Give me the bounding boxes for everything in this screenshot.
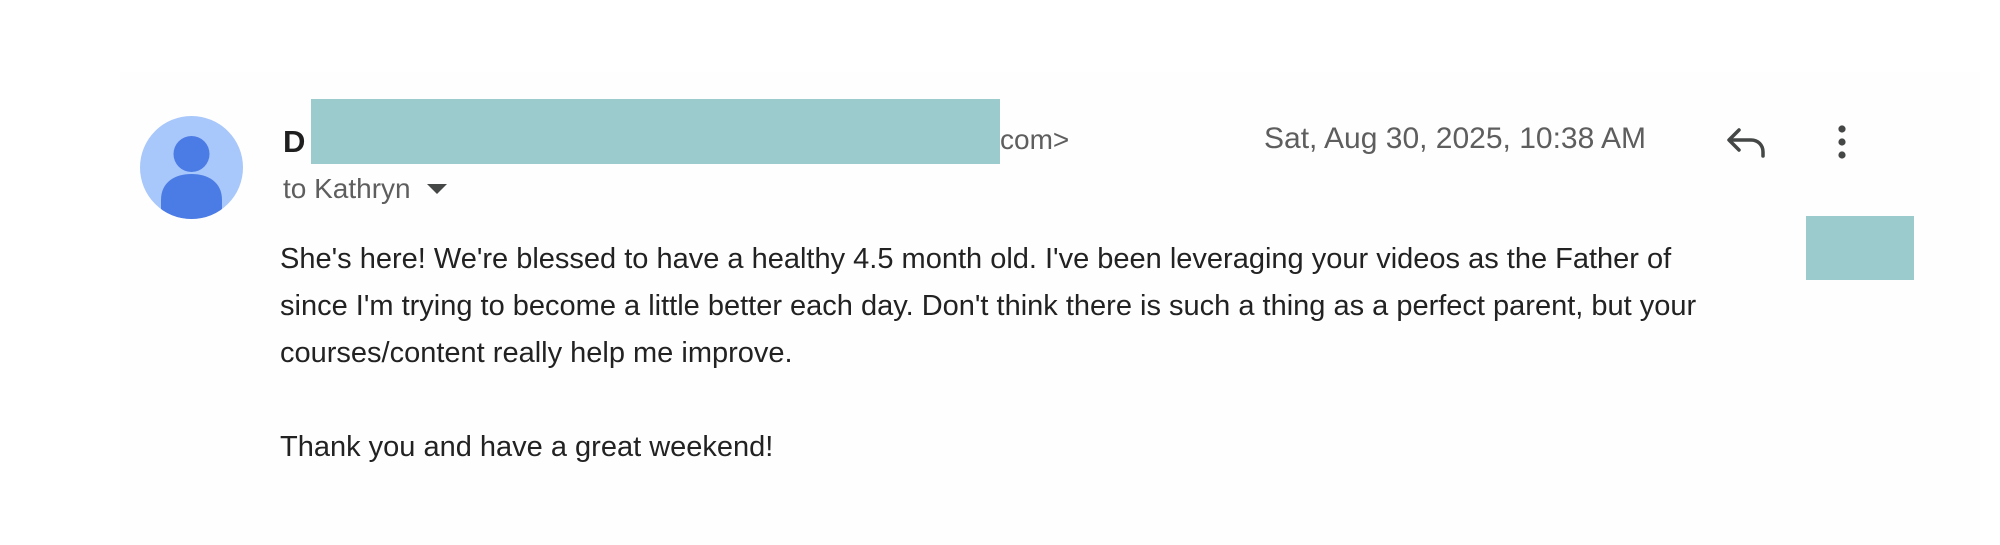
email-timestamp: Sat, Aug 30, 2025, 10:38 AM (1264, 122, 1646, 155)
redacted-body-block (1806, 216, 1914, 280)
recipient-details-toggle[interactable]: to Kathryn (283, 173, 447, 205)
redacted-sender-block (311, 99, 1000, 164)
recipient-label: to Kathryn (283, 173, 411, 204)
more-options-button[interactable] (1820, 118, 1864, 166)
person-avatar-icon (161, 136, 222, 219)
reply-icon (1727, 128, 1765, 158)
sender-name: D (283, 124, 306, 159)
sender-line: D (283, 120, 305, 164)
reply-button[interactable] (1718, 118, 1774, 166)
body-line: since I'm trying to become a little bett… (280, 290, 1697, 322)
body-closing: Thank you and have a great weekend! (280, 431, 774, 463)
caret-down-icon (426, 184, 447, 194)
sender-avatar[interactable] (140, 116, 243, 219)
body-line: She's here! We're blessed to have a heal… (280, 243, 1672, 275)
sender-email-suffix: com> (1000, 124, 1070, 155)
more-vert-icon (1838, 125, 1846, 159)
body-line: courses/content really help me improve. (280, 337, 793, 369)
email-body: She's here! We're blessed to have a heal… (280, 236, 1840, 471)
